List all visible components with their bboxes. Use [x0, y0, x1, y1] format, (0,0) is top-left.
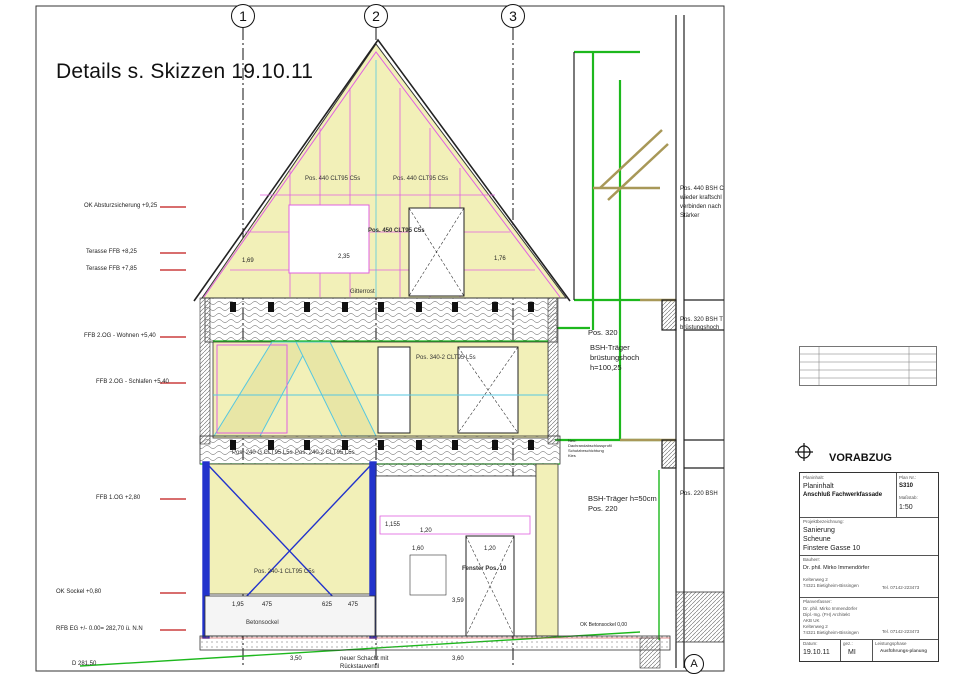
note-right: brüstungshoch: [680, 325, 720, 331]
tb-label: Planverfasser:: [803, 599, 832, 604]
tb-value: S310: [899, 483, 914, 489]
note-right: Stärker: [680, 213, 700, 219]
note-pos220: Pos. 220: [588, 504, 618, 513]
tb-value: AKB UK: [803, 618, 820, 623]
tb-value: Sanierung: [803, 527, 835, 534]
tb-label: Planinhalt:: [803, 475, 825, 480]
sheet-title: Details s. Skizzen 19.10.11: [56, 60, 314, 83]
note-right: verbinden nach: [680, 204, 722, 210]
tb-value: Tel. 07142-223473: [882, 629, 920, 634]
tb-value: Dr. phil. Mirko Immendörfer: [803, 606, 858, 611]
dimension: 3,50: [290, 656, 302, 662]
tb-value: MI: [848, 649, 856, 656]
tb-label: Maßstab:: [899, 495, 918, 500]
dimension: 1,95: [232, 602, 244, 608]
tb-value: Keltenweg 2: [803, 577, 828, 582]
element-label: Pos. 450 CLT95 C5s: [368, 228, 425, 234]
element-label: Pos. 240 G CLT95 L5s: [232, 450, 293, 456]
tb-value: 19.10.11: [803, 649, 830, 656]
grid-axis-1: 1: [231, 4, 255, 28]
note-right: Pos. 220 BSH: [680, 491, 718, 497]
note-right: Pos. 320 BSH T: [680, 317, 723, 323]
element-label: Pos. 440 CLT95 C5s: [305, 176, 361, 182]
grid-axis-a: A: [684, 654, 704, 674]
element-label: Pos. 240-1 CLT95 C5s: [254, 569, 315, 575]
element-label: Pos. 340-2 CLT95 L5s: [416, 355, 476, 361]
note-bsh: h=100,25: [590, 363, 622, 372]
tb-value: Scheune: [803, 536, 831, 543]
tb-value: 74321 Bietigheim-Bissingen: [803, 630, 859, 635]
tb-label: Bauherr:: [803, 557, 821, 562]
element-label: Pos. 440 CLT95 C5s: [393, 176, 449, 182]
level-label: FFB 1.OG +2,80: [96, 495, 141, 501]
gable-window-left: [288, 204, 370, 274]
dimension: 3,60: [452, 656, 464, 662]
tb-value: Keltenweg 2: [803, 624, 828, 629]
dimension: 625: [322, 602, 333, 608]
tb-value: Dr. phil. Mirko Immendörfer: [803, 565, 870, 571]
tb-value: Tel. 07142-223473: [882, 585, 920, 590]
dimension: 1,76: [494, 256, 506, 262]
level-label: OK Sockel +0,80: [56, 589, 102, 595]
tb-value: 74321 Bietigheim-Bissingen: [803, 583, 859, 588]
tb-value: Dipl.-Ing. (FH) Architekt: [803, 612, 850, 617]
level-label: FFB 2.OG - Schlafen +5,40: [96, 379, 169, 385]
dimension: 1,20: [484, 546, 496, 552]
tb-label: Projektbezeichnung:: [803, 519, 844, 524]
north-arrow-icon: [795, 443, 813, 461]
dimension: 3,59: [452, 598, 464, 604]
level-label: FFB 2.OG - Wohnen +5,40: [84, 333, 156, 339]
right-wall: [573, 15, 724, 668]
note-pos320: Pos. 320: [588, 328, 618, 337]
tb-label: gez.:: [843, 641, 853, 646]
note-ok-beton: OK Betonsockel 0,00: [580, 622, 627, 628]
level-label: Terasse FFB +8,25: [86, 249, 137, 255]
level-label: OK Absturzsicherung +9,25: [84, 203, 158, 209]
dimension: 1,20: [420, 528, 432, 534]
note-right: Pos. 440 BSH C: [680, 186, 724, 192]
dimension: 2,35: [338, 254, 350, 260]
note-bsh: BSH-Träger: [590, 343, 630, 352]
window-2og-mid: [377, 346, 411, 434]
revision-stamp: [799, 346, 937, 386]
title-block: Planinhalt: Planinhalt Anschluß Fachwerk…: [799, 472, 939, 662]
note-neu: Kies: [568, 453, 576, 458]
grid-axis-2: 2: [364, 4, 388, 28]
foundation-right: [675, 591, 725, 643]
tb-value: Finstere Gasse 10: [803, 545, 861, 552]
tb-value: Ausführungs-planung: [880, 648, 927, 653]
drain-pit: [639, 637, 661, 669]
dimension: 1,60: [412, 546, 424, 552]
tb-value: Anschluß Fachwerkfassade: [803, 492, 883, 498]
element-label: Betonsockel: [246, 620, 279, 626]
tb-value: Planinhalt: [803, 483, 834, 490]
tb-value: 1:50: [899, 504, 913, 511]
dimension: 1,155: [385, 522, 401, 528]
level-lines: [160, 206, 186, 631]
bracket-struts: [593, 129, 676, 442]
wall-eg-end: [535, 463, 559, 637]
tb-label: Leistungsphase: [875, 641, 907, 646]
vorabzug-stamp: VORABZUG: [829, 452, 892, 464]
tb-label: Datum:: [803, 641, 818, 646]
level-label: RFB EG +/- 0.00= 282,70 ü. N.N: [56, 626, 143, 632]
tb-label: Plan Nr.:: [899, 475, 917, 480]
note-right: wieder kraftschl: [680, 195, 722, 201]
dimension: 1,69: [242, 258, 254, 264]
note-schacht: Rückstauventil: [340, 664, 380, 670]
element-label: Fenster Pos. 10: [462, 566, 507, 572]
datum-label: D 281,50: [72, 661, 97, 667]
dimension: 475: [262, 602, 273, 608]
level-label: Terasse FFB +7,85: [86, 266, 137, 272]
grid-axis-3: 3: [501, 4, 525, 28]
element-label: Gitterrost: [350, 289, 375, 295]
note-bsh: brüstungshoch: [590, 353, 640, 362]
note-bsh50: BSH-Träger h=50cm: [588, 494, 657, 503]
element-label: Pos. 240-2 CLT95 L5s: [295, 450, 355, 456]
dimension: 475: [348, 602, 359, 608]
note-schacht: neuer Schacht mit: [340, 656, 389, 662]
